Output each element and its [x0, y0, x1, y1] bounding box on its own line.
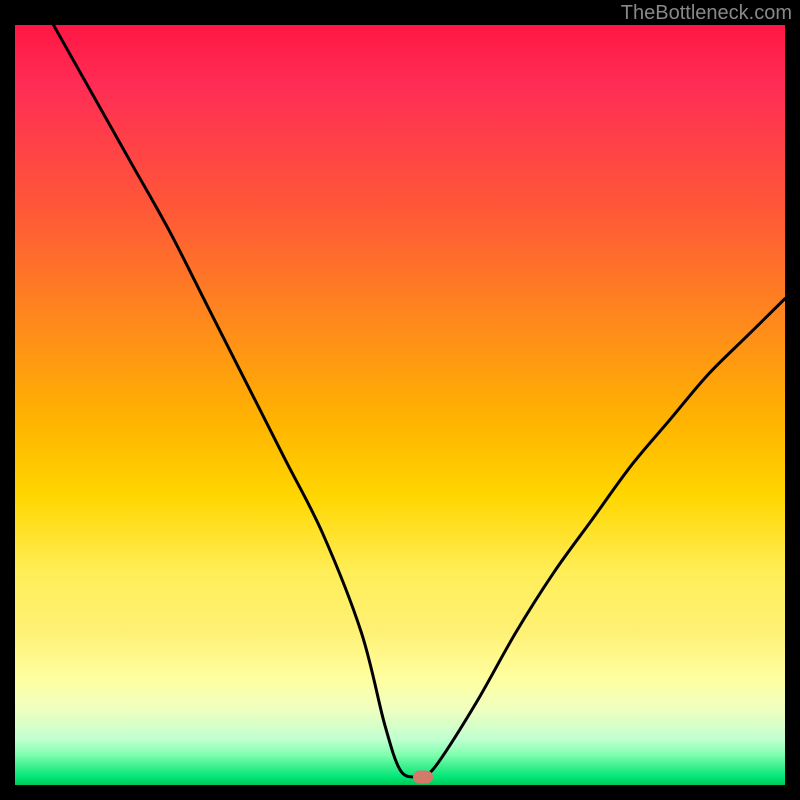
bottleneck-curve-path: [54, 25, 786, 779]
optimal-point-marker: [413, 771, 433, 784]
watermark-text: TheBottleneck.com: [621, 2, 792, 25]
chart-container: TheBottleneck.com: [0, 0, 800, 800]
curve-svg: [15, 25, 785, 785]
plot-area: [15, 25, 785, 785]
